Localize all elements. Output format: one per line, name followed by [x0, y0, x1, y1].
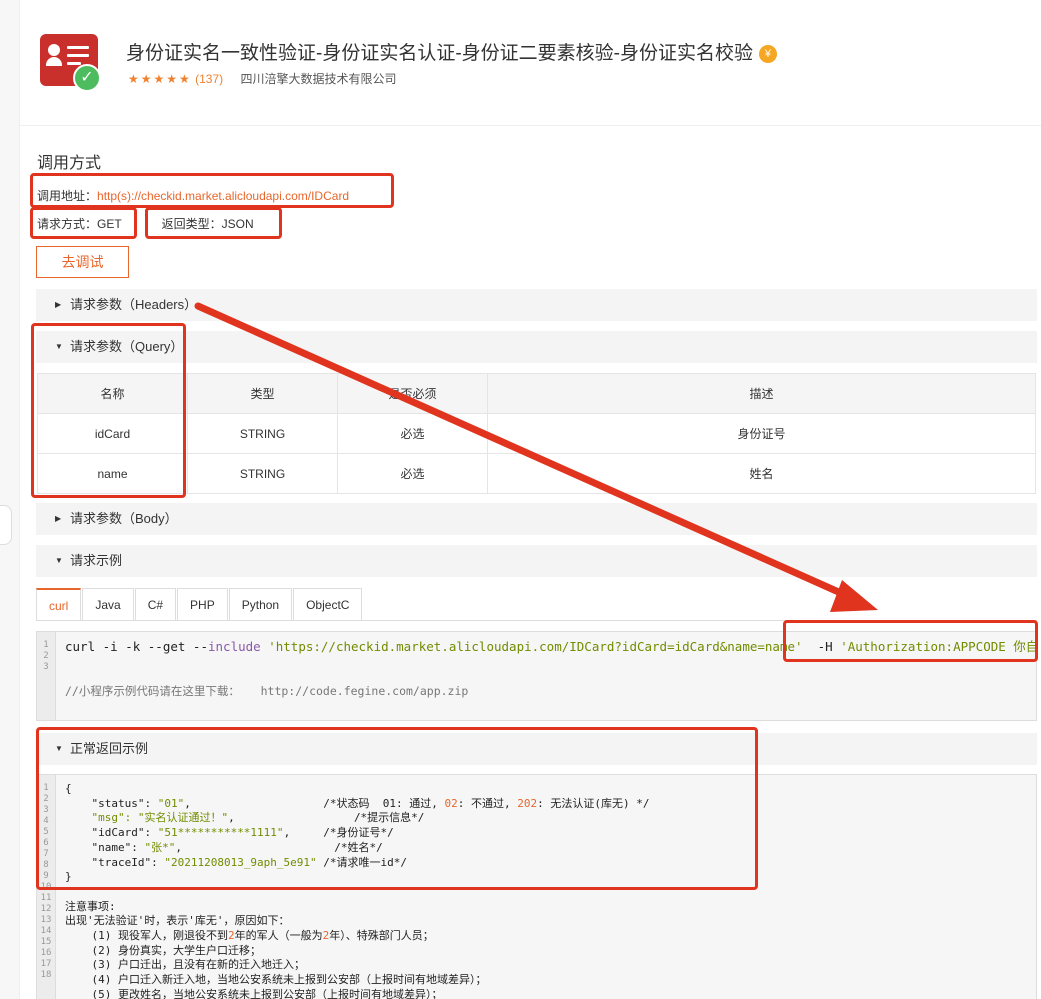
company-name[interactable]: 四川涪擎大数据技术有限公司	[241, 72, 397, 86]
query-params-label: 请求参数（Query）	[70, 339, 184, 354]
col-header-name: 名称	[37, 373, 188, 414]
body-params-label: 请求参数（Body）	[70, 511, 178, 526]
return-type: 返回类型：JSON	[161, 217, 254, 231]
line-numbers: 1 2 3 4 5 6 7 8 9 10 11 12 13 14 15 16 17 18	[37, 775, 56, 999]
table-row: name STRING 必选 姓名	[37, 453, 1036, 494]
rating-stars-icon: ★★★★★	[128, 72, 192, 86]
cell-type: STRING	[187, 413, 338, 454]
request-example-label: 请求示例	[70, 553, 123, 568]
cell-required: 必选	[337, 453, 488, 494]
body-params-toggle[interactable]: ▶ 请求参数（Body）	[36, 503, 1037, 535]
col-header-required: 是否必须	[337, 373, 488, 414]
call-address: 调用地址：http(s)://checkid.market.alicloudap…	[37, 187, 349, 204]
request-method: 请求方式：GET	[37, 217, 122, 231]
code-language-tabs: curl Java C# PHP Python ObjectC	[36, 588, 363, 621]
normal-return-toggle[interactable]: ▼ 正常返回示例	[36, 733, 1037, 765]
cell-name: name	[37, 453, 188, 494]
table-row: idCard STRING 必选 身份证号	[37, 413, 1036, 454]
product-title: 身份证实名一致性验证-身份证实名认证-身份证二要素核验-身份证实名校验 ¥	[126, 38, 777, 65]
col-header-desc: 描述	[487, 373, 1036, 414]
curl-code-block[interactable]: 123 curl -i -k --get --include 'https://…	[36, 631, 1037, 721]
tab-python[interactable]: Python	[228, 588, 293, 621]
tab-csharp[interactable]: C#	[134, 588, 177, 621]
normal-return-label: 正常返回示例	[70, 741, 149, 756]
cell-desc: 身份证号	[487, 413, 1036, 454]
sidebar-collapse-handle[interactable]	[0, 505, 12, 545]
response-json: { "status": "01", /*状态码 01: 通过, 02: 不通过,…	[65, 782, 650, 999]
tab-php[interactable]: PHP	[177, 588, 228, 621]
caret-right-icon: ▶	[55, 514, 62, 523]
caret-down-icon: ▼	[55, 556, 63, 565]
caret-down-icon: ▼	[55, 342, 63, 351]
tab-curl[interactable]: curl	[36, 588, 82, 621]
caret-down-icon: ▼	[55, 744, 63, 753]
api-doc-panel: 调用方式 调用地址：http(s)://checkid.market.alicl…	[20, 125, 1041, 999]
download-comment: //小程序示例代码请在这里下载： http://code.fegine.com/…	[65, 684, 469, 698]
coin-icon: ¥	[758, 45, 777, 63]
cell-type: STRING	[187, 453, 338, 494]
address-url: http(s)://checkid.market.alicloudapi.com…	[97, 189, 350, 203]
curl-code: curl -i -k --get --include 'https://chec…	[65, 639, 1037, 654]
method-row: 请求方式：GET 返回类型：JSON	[37, 215, 254, 232]
line-numbers: 123	[37, 632, 56, 720]
query-params-toggle[interactable]: ▼ 请求参数（Query）	[36, 331, 1037, 363]
tab-objectc[interactable]: ObjectC	[293, 588, 363, 621]
cell-desc: 姓名	[487, 453, 1036, 494]
debug-button[interactable]: 去调试	[36, 246, 129, 278]
response-code-block[interactable]: 1 2 3 4 5 6 7 8 9 10 11 12 13 14 15 16 17 18 { "status": …	[36, 774, 1037, 999]
cell-name: idCard	[37, 413, 188, 454]
product-title-text: 身份证实名一致性验证-身份证实名认证-身份证二要素核验-身份证实名校验	[126, 43, 753, 64]
section-title: 调用方式	[37, 155, 102, 172]
caret-right-icon: ▶	[55, 300, 62, 309]
tab-java[interactable]: Java	[82, 588, 134, 621]
col-header-type: 类型	[187, 373, 338, 414]
table-header-row: 名称 类型 是否必须 描述	[37, 373, 1036, 414]
left-sidebar-strip	[0, 0, 20, 999]
verified-check-icon: ✓	[73, 64, 101, 92]
query-params-table: 名称 类型 是否必须 描述 idCard STRING 必选 身份证号 name…	[37, 373, 1036, 494]
address-label: 调用地址：	[37, 189, 98, 203]
headers-params-toggle[interactable]: ▶ 请求参数（Headers）	[36, 289, 1037, 321]
rating-count[interactable]: (137)	[195, 72, 223, 86]
request-example-toggle[interactable]: ▼ 请求示例	[36, 545, 1037, 577]
product-header: ✓ 身份证实名一致性验证-身份证实名认证-身份证二要素核验-身份证实名校验 ¥ ★…	[20, 0, 1041, 125]
headers-params-label: 请求参数（Headers）	[70, 297, 198, 312]
rating-row: ★★★★★ (137) 四川涪擎大数据技术有限公司	[128, 70, 397, 87]
cell-required: 必选	[337, 413, 488, 454]
